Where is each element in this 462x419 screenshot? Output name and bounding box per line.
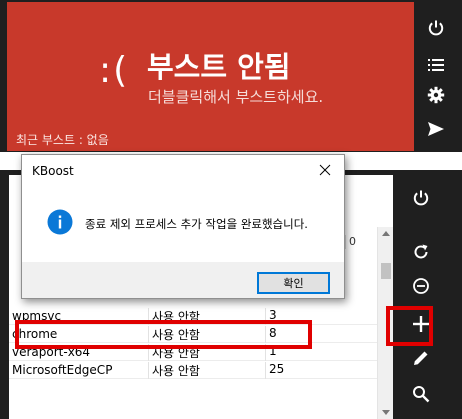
chrome-row-highlight <box>15 320 312 349</box>
dialog-title: KBoost <box>32 164 74 178</box>
scroll-up-arrow[interactable] <box>382 231 390 236</box>
info-icon <box>47 209 73 235</box>
process-count-cell: 25 <box>265 362 377 379</box>
remove-icon <box>413 278 429 294</box>
scroll-thumb[interactable] <box>381 263 391 279</box>
remove-button[interactable] <box>399 270 443 302</box>
top-toolbar <box>414 2 458 151</box>
send-icon <box>428 122 444 136</box>
list-button[interactable] <box>414 49 458 81</box>
process-name-cell: MicrosoftEdgeCP <box>12 363 113 377</box>
gear-icon <box>427 86 445 104</box>
boost-panel: :( 부스트 안됨 더블클릭해서 부스트하세요. 최근 부스트 : 없음 <box>0 0 462 152</box>
refresh-button[interactable] <box>399 236 443 268</box>
power-icon <box>428 20 444 36</box>
settings-button[interactable] <box>414 79 458 111</box>
message-dialog: KBoost 종료 제외 프로세스 추가 작업을 완료했습니다. 확인 <box>21 154 345 299</box>
edit-button[interactable] <box>399 342 443 374</box>
power-button[interactable] <box>399 182 443 214</box>
dialog-close-button[interactable] <box>310 159 340 181</box>
edit-icon <box>414 351 428 365</box>
ok-button[interactable]: 확인 <box>257 272 330 294</box>
add-button-highlight <box>386 306 433 346</box>
table-row[interactable]: MicrosoftEdgeCP 사용 안함 25 <box>9 361 377 379</box>
boost-status-title: 부스트 안됨 <box>147 50 291 84</box>
recent-boost-text: 최근 부스트 : 없음 <box>16 133 109 147</box>
boost-hint-text: 더블클릭해서 부스트하세요. <box>148 88 324 106</box>
process-toolbar <box>393 170 462 419</box>
close-icon <box>319 164 331 176</box>
list-icon <box>428 59 444 71</box>
dialog-footer: 확인 <box>22 262 344 298</box>
sad-face-text: :( <box>99 50 130 91</box>
scroll-down-arrow[interactable] <box>382 410 390 415</box>
power-icon <box>413 190 429 206</box>
search-button[interactable] <box>399 378 443 410</box>
power-button[interactable] <box>414 12 458 44</box>
dialog-body: 종료 제외 프로세스 추가 작업을 완료했습니다. <box>22 186 344 262</box>
refresh-icon <box>414 244 428 259</box>
dialog-message: 종료 제외 프로세스 추가 작업을 완료했습니다. <box>85 217 308 231</box>
search-icon <box>413 386 430 403</box>
process-status-cell: 사용 안함 <box>148 362 263 379</box>
send-button[interactable] <box>414 113 458 145</box>
table-header-col3: 0 <box>345 235 377 249</box>
boost-banner[interactable]: :( 부스트 안됨 더블클릭해서 부스트하세요. 최근 부스트 : 없음 <box>7 2 414 151</box>
